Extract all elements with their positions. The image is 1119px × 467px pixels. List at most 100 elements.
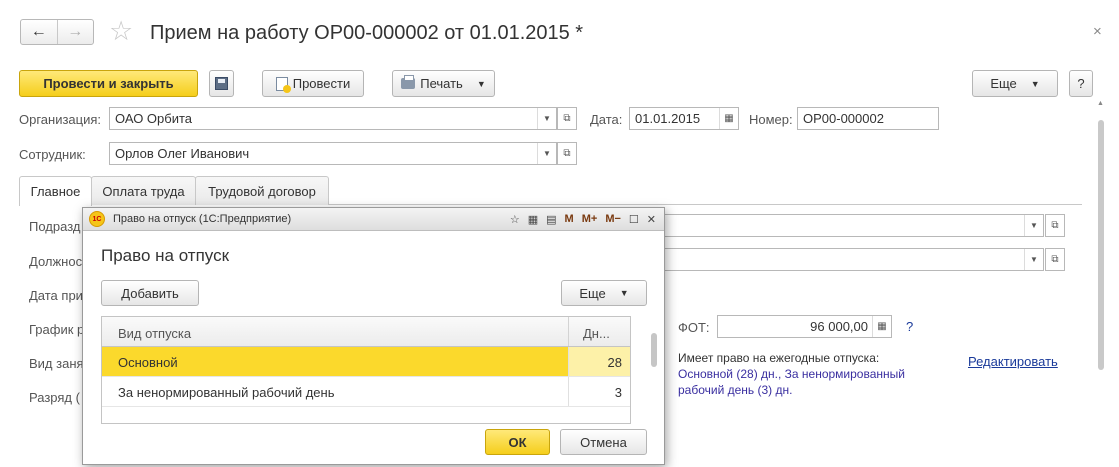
date-value: 01.01.2015 [635,111,701,126]
fot-field[interactable]: 96 000,00 ▦ [717,315,892,338]
hire-date-label: Дата при [29,288,83,303]
chevron-down-icon: ▼ [476,78,486,89]
vacation-heading: Имеет право на ежегодные отпуска: [678,351,880,365]
organization-field[interactable]: ОАО Орбита ▼ [109,107,557,130]
memory-plus-icon[interactable]: M+ [578,213,602,225]
number-label: Номер: [749,112,793,127]
chevron-down-icon[interactable]: ▼ [1024,249,1043,270]
calculator-icon[interactable]: ▦ [872,316,891,337]
save-button[interactable] [209,70,234,97]
department-field[interactable]: ▼ [664,214,1044,237]
employee-field[interactable]: Орлов Олег Иванович ▼ [109,142,557,165]
open-organization-icon[interactable]: ⧉ [557,107,577,130]
maximize-icon[interactable]: ☐ [625,213,643,226]
tab-main[interactable]: Главное [19,176,92,206]
fot-value: 96 000,00 [810,319,868,334]
post-button[interactable]: Провести [262,70,364,97]
row-days: 3 [614,385,622,400]
dialog-heading: Право на отпуск [101,246,230,265]
post-and-close-button[interactable]: Провести и закрыть [19,70,198,97]
help-label: ? [1077,76,1085,91]
tab-contract[interactable]: Трудовой договор [195,176,329,205]
chevron-down-icon[interactable]: ▼ [537,108,556,129]
memory-m-icon[interactable]: M [561,213,578,225]
add-label: Добавить [121,285,179,301]
employment-type-label: Вид заня [29,356,84,371]
print-button[interactable]: Печать ▼ [392,70,495,97]
vacation-line-1: Основной (28) дн., За ненормированный [678,367,905,381]
ok-button[interactable]: ОК [485,429,550,455]
number-field[interactable]: ОР00-000002 [797,107,939,130]
position-label: Должнос [29,254,83,269]
save-icon [215,77,228,90]
add-button[interactable]: Добавить [101,280,199,306]
calculator-icon[interactable]: ▦ [524,213,542,226]
forward-button[interactable]: → [56,20,94,44]
print-label: Печать [420,76,463,91]
edit-vacation-link[interactable]: Редактировать [968,354,1058,369]
more-label: Еще [990,76,1017,91]
fot-label: ФОТ: [678,320,710,335]
post-label: Провести [292,76,351,91]
dialog-titlebar: 1С Право на отпуск (1С:Предприятие) ☆ ▦ … [83,208,664,231]
main-scrollbar[interactable]: ▲ [1097,100,1105,460]
nav-buttons: ← → [20,19,94,45]
table-header: Вид отпуска Дн... [102,317,630,347]
vacation-rights-dialog: 1С Право на отпуск (1С:Предприятие) ☆ ▦ … [82,207,665,465]
date-label: Дата: [590,112,623,127]
schedule-label: График р [29,322,85,337]
calendar-icon[interactable]: ▤ [542,213,560,226]
table-row[interactable]: За ненормированный рабочий день 3 [102,377,630,407]
dialog-more-button[interactable]: Еще ▼ [561,280,647,306]
dialog-more-label: Еще [579,285,606,301]
cancel-label: Отмена [580,434,627,450]
ok-label: ОК [508,434,527,450]
favorite-icon[interactable]: ☆ [506,213,524,226]
row-kind: Основной [102,347,569,376]
close-icon[interactable]: × [1093,23,1102,40]
open-department-icon[interactable]: ⧉ [1045,214,1065,237]
table-scrollbar[interactable] [651,323,657,415]
table-row[interactable]: Основной 28 [102,347,630,377]
date-field[interactable]: 01.01.2015 ▦ [629,107,739,130]
calendar-icon[interactable]: ▦ [719,108,738,129]
row-days: 28 [569,347,630,376]
organization-value: ОАО Орбита [115,111,193,126]
chevron-down-icon: ▼ [619,288,629,298]
position-field[interactable]: ▼ [664,248,1044,271]
chevron-down-icon[interactable]: ▼ [1024,215,1043,236]
open-employee-icon[interactable]: ⧉ [557,142,577,165]
employee-label: Сотрудник: [19,147,86,162]
fot-help-link[interactable]: ? [906,319,913,334]
number-value: ОР00-000002 [803,111,884,126]
dialog-window-title: Право на отпуск (1С:Предприятие) [113,213,292,225]
employee-value: Орлов Олег Иванович [115,146,250,161]
chevron-down-icon: ▼ [1030,78,1040,89]
favorite-star-icon[interactable]: ☆ [109,16,133,46]
grade-label: Разряд ( [29,390,80,405]
help-button[interactable]: ? [1069,70,1093,97]
scrollbar-thumb[interactable] [1098,120,1104,370]
organization-label: Организация: [19,112,102,127]
open-position-icon[interactable]: ⧉ [1045,248,1065,271]
vacation-table: Вид отпуска Дн... Основной 28 За ненорми… [101,316,631,424]
memory-minus-icon[interactable]: M− [601,213,625,225]
vacation-line-2: рабочий день (3) дн. [678,383,793,397]
printer-icon [401,75,416,89]
cancel-button[interactable]: Отмена [560,429,647,455]
column-header-kind[interactable]: Вид отпуска [102,317,569,346]
post-document-icon [275,76,291,93]
back-button[interactable]: ← [21,20,57,44]
scroll-up-icon[interactable]: ▲ [1097,100,1104,107]
page-title: Прием на работу ОР00-000002 от 01.01.201… [150,22,584,44]
more-button[interactable]: Еще ▼ [972,70,1058,97]
column-header-days[interactable]: Дн... [569,317,630,346]
department-label: Подразд [29,219,81,234]
row-kind: За ненормированный рабочий день [102,377,569,406]
1c-logo-icon: 1С [89,211,105,227]
tab-payment[interactable]: Оплата труда [91,176,196,205]
chevron-down-icon[interactable]: ▼ [537,143,556,164]
table-scrollbar-thumb[interactable] [651,333,657,367]
close-icon[interactable]: ✕ [643,213,660,226]
post-and-close-label: Провести и закрыть [43,76,174,91]
